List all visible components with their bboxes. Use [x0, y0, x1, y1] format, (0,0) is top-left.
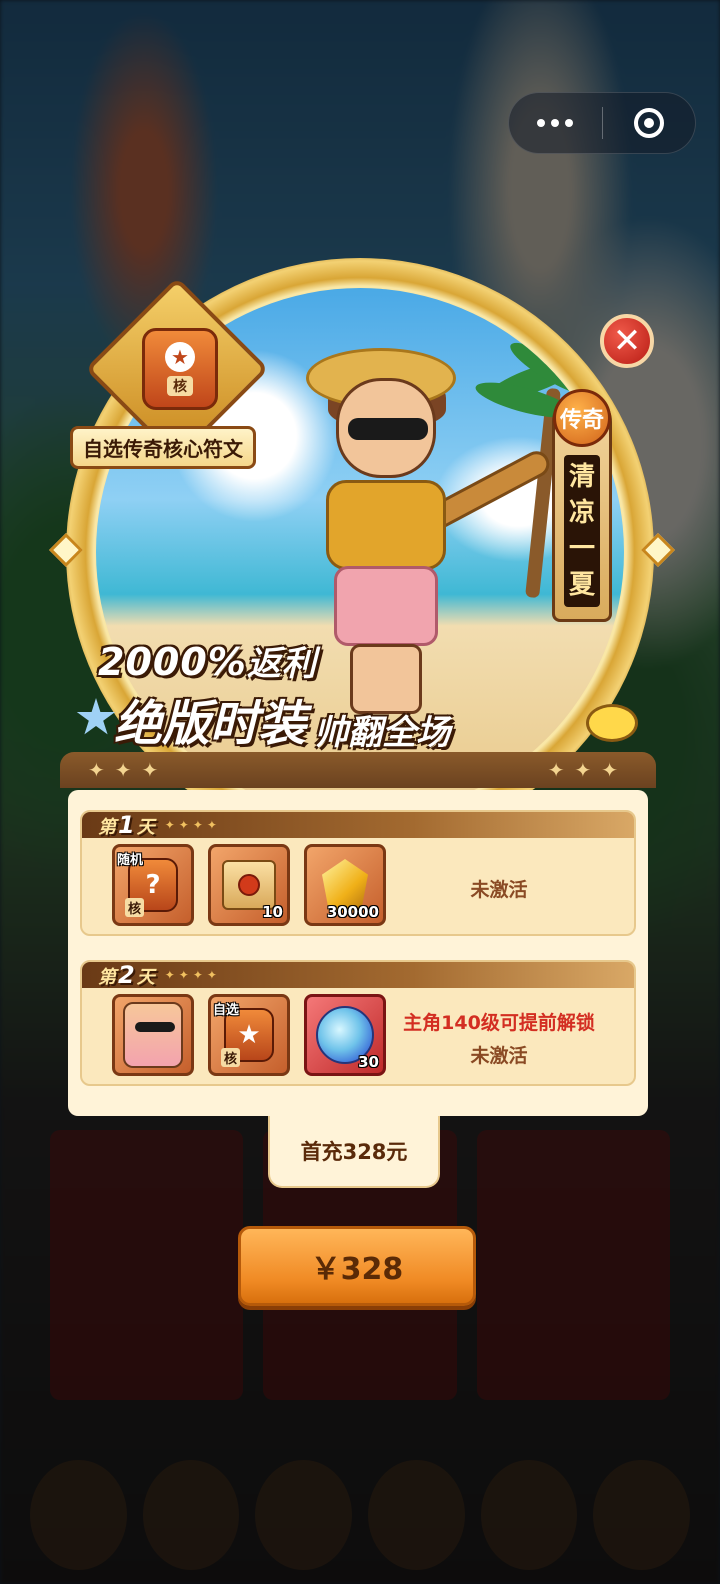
close-miniprogram-icon[interactable]: [603, 108, 696, 138]
day-status: 未激活: [384, 852, 614, 924]
close-button[interactable]: ✕: [600, 314, 654, 368]
costume-avatar-icon: [123, 1002, 183, 1068]
hero-character: [296, 348, 554, 728]
headline-small: 帅翻全场: [314, 713, 451, 753]
reward-item-costume[interactable]: [112, 994, 194, 1076]
item-quantity: 10: [262, 903, 283, 921]
costume-name: 清凉一夏: [564, 455, 600, 607]
item-quantity: 30000: [326, 903, 379, 921]
purchase-button[interactable]: ￥328: [238, 1226, 476, 1306]
decor-stars-left: ✦✦✦: [88, 758, 169, 782]
item-tag: 核: [221, 1048, 241, 1067]
star-icon: ★: [165, 342, 195, 372]
more-options-icon[interactable]: [509, 119, 602, 127]
reward-items: ★ 自选 核 30: [112, 994, 386, 1076]
item-quantity: 30: [358, 1053, 379, 1071]
day-card-1: 第1 天 ✦✦✦✦ ? 随机 核 10 30000 未激活: [80, 810, 636, 936]
panel-header-decor: ✦✦✦ ✦✦✦: [60, 752, 656, 788]
reward-item-blue-orb[interactable]: 30: [304, 994, 386, 1076]
unlock-note: 主角140级可提前解锁: [403, 1012, 595, 1034]
day-header: 第2 天 ✦✦✦✦: [82, 961, 634, 989]
miniprogram-capsule: [508, 92, 696, 154]
legend-badge: 传奇: [553, 389, 611, 447]
reward-items: ? 随机 核 10 30000: [112, 844, 386, 926]
day-label: 第1 天: [98, 811, 155, 839]
rune-badge-tag: 核: [167, 376, 193, 396]
item-corner-label: 自选: [213, 1003, 240, 1018]
reward-item-random-rune[interactable]: ? 随机 核: [112, 844, 194, 926]
close-icon: ✕: [612, 321, 642, 361]
day-label: 第2 天: [98, 961, 155, 989]
reward-item-select-rune[interactable]: ★ 自选 核: [208, 994, 290, 1076]
headline-costume: 绝版时装 帅翻全场: [114, 684, 450, 754]
rebate-label: 返利: [246, 644, 317, 684]
day-card-2: 第2 天 ✦✦✦✦ ★ 自选 核 30 主角140级可提前解锁 未激活: [80, 960, 636, 1086]
status-text: 未激活: [470, 1045, 528, 1067]
rebate-percent: 2000%: [98, 640, 247, 684]
rune-badge-label: 自选传奇核心符文: [70, 426, 256, 469]
costume-name-tag: 传奇 清凉一夏: [552, 389, 612, 622]
day-status: 主角140级可提前解锁 未激活: [384, 1002, 614, 1074]
purchase-price: ￥328: [310, 1252, 404, 1287]
rune-badge-icon: ★ 核: [142, 328, 218, 410]
headline-big: 绝版时装: [114, 696, 307, 752]
decor-stars-right: ✦✦✦: [547, 758, 628, 782]
day-header: 第1 天 ✦✦✦✦: [82, 811, 634, 839]
item-corner-label: 随机: [117, 853, 144, 868]
rubber-duck-icon: [586, 704, 638, 742]
day-stars-decor: ✦✦✦✦: [164, 968, 221, 982]
item-tag: 核: [125, 898, 145, 917]
headline-rebate: 2000%返利: [98, 636, 317, 685]
promo-banner: ★ 核 自选传奇核心符文 ✕ 传奇 清凉一夏 2000%返利 绝版时装 帅翻全场: [48, 258, 675, 846]
reward-item-scroll[interactable]: 10: [208, 844, 290, 926]
status-text: 未激活: [470, 878, 528, 901]
reward-item-gold-gem[interactable]: 30000: [304, 844, 386, 926]
day-stars-decor: ✦✦✦✦: [164, 818, 221, 832]
first-recharge-label: 首充328元: [268, 1116, 440, 1188]
